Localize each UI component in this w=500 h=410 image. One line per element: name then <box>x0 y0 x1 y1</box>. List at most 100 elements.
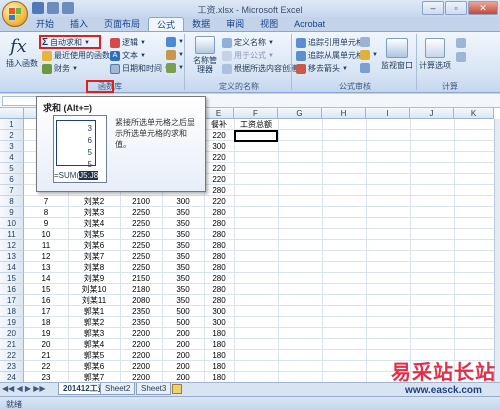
table-cell[interactable]: 2200 <box>120 328 162 339</box>
table-cell[interactable]: 刘某3 <box>68 207 120 218</box>
table-cell[interactable]: 刘某11 <box>68 295 120 306</box>
table-cell[interactable]: 280 <box>204 240 234 251</box>
table-cell[interactable]: 220 <box>204 130 234 141</box>
create-from-selection-button[interactable]: 根据所选内容创建 <box>222 63 298 74</box>
table-cell[interactable]: 300 <box>204 317 234 328</box>
table-cell[interactable]: 2250 <box>120 207 162 218</box>
tab-data[interactable]: 数据 <box>184 17 218 32</box>
table-cell[interactable]: 350 <box>162 251 204 262</box>
column-header-k[interactable]: K <box>454 108 494 119</box>
table-cell[interactable]: 19 <box>24 328 68 339</box>
table-cell[interactable]: 500 <box>162 306 204 317</box>
table-cell[interactable]: 280 <box>204 262 234 273</box>
calc-options-button[interactable]: 计算选项 <box>418 38 452 71</box>
table-cell[interactable]: 刘某8 <box>68 262 120 273</box>
table-cell[interactable]: 2350 <box>120 306 162 317</box>
table-cell[interactable]: 郭某2 <box>68 317 120 328</box>
calc-now-button[interactable] <box>456 38 466 48</box>
table-cell[interactable]: 180 <box>204 350 234 361</box>
calc-sheet-button[interactable] <box>456 52 466 62</box>
table-cell[interactable]: 220 <box>204 196 234 207</box>
row-header[interactable]: 7 <box>0 185 24 196</box>
table-cell[interactable]: 11 <box>24 240 68 251</box>
table-cell[interactable]: 2150 <box>120 273 162 284</box>
table-cell[interactable]: 2250 <box>120 262 162 273</box>
table-cell[interactable]: 300 <box>162 196 204 207</box>
table-cell[interactable]: 280 <box>204 251 234 262</box>
table-cell[interactable]: 350 <box>162 295 204 306</box>
row-header[interactable]: 1 <box>0 119 24 130</box>
use-in-formula-button[interactable]: 用于公式 ▼ <box>222 50 274 61</box>
more-functions-button[interactable]: ▼ <box>166 63 184 73</box>
row-header[interactable]: 3 <box>0 141 24 152</box>
table-cell[interactable]: 350 <box>162 229 204 240</box>
table-cell[interactable]: 16 <box>24 295 68 306</box>
table-cell[interactable]: 郭某1 <box>68 306 120 317</box>
table-cell[interactable]: 280 <box>204 207 234 218</box>
column-header-f[interactable]: F <box>234 108 278 119</box>
tab-formulas[interactable]: 公式 <box>148 17 185 32</box>
table-cell[interactable]: 刘某9 <box>68 273 120 284</box>
table-cell[interactable]: 郭某7 <box>68 372 120 382</box>
table-cell[interactable]: 350 <box>162 273 204 284</box>
sheet-tab-sheet3[interactable]: Sheet3 <box>136 383 172 395</box>
table-cell[interactable]: 2250 <box>120 251 162 262</box>
row-header[interactable]: 9 <box>0 207 24 218</box>
table-cell[interactable]: 郭某5 <box>68 350 120 361</box>
text-button[interactable]: A 文本 ▼ <box>110 50 146 61</box>
trace-dependents-button[interactable]: 追踪从属单元格 <box>296 50 364 61</box>
table-cell[interactable]: 180 <box>204 339 234 350</box>
table-cell[interactable]: 2200 <box>120 339 162 350</box>
table-cell[interactable]: 220 <box>204 163 234 174</box>
table-cell[interactable]: 2350 <box>120 317 162 328</box>
row-header[interactable]: 4 <box>0 152 24 163</box>
table-cell[interactable]: 180 <box>204 361 234 372</box>
table-cell[interactable]: 刘某7 <box>68 251 120 262</box>
table-cell[interactable]: 350 <box>162 284 204 295</box>
table-cell[interactable]: 2100 <box>120 196 162 207</box>
table-cell[interactable]: 280 <box>204 273 234 284</box>
tab-insert[interactable]: 插入 <box>62 17 96 32</box>
select-all-corner[interactable] <box>0 108 24 119</box>
table-cell[interactable]: 9 <box>24 218 68 229</box>
row-header[interactable]: 23 <box>0 361 24 372</box>
row-header[interactable]: 13 <box>0 251 24 262</box>
table-cell[interactable]: 刘某10 <box>68 284 120 295</box>
sheet-tab-sheet2[interactable]: Sheet2 <box>100 383 136 395</box>
remove-arrows-button[interactable]: 移去箭头 ▼ <box>296 63 348 74</box>
column-header-e[interactable]: E <box>204 108 234 119</box>
table-cell[interactable]: 350 <box>162 218 204 229</box>
maximize-button[interactable]: ▫ <box>445 1 467 15</box>
table-cell[interactable]: 180 <box>204 372 234 382</box>
tab-review[interactable]: 审阅 <box>218 17 252 32</box>
datetime-button[interactable]: 日期和时间▼ <box>110 63 170 74</box>
row-header[interactable]: 18 <box>0 306 24 317</box>
row-header[interactable]: 22 <box>0 350 24 361</box>
tab-acrobat[interactable]: Acrobat <box>286 17 333 32</box>
table-cell[interactable]: 22 <box>24 361 68 372</box>
define-name-button[interactable]: 定义名称 ▼ <box>222 37 274 48</box>
evaluate-formula-button[interactable] <box>360 63 370 73</box>
row-header[interactable]: 5 <box>0 163 24 174</box>
table-cell[interactable]: 200 <box>162 350 204 361</box>
row-header[interactable]: 15 <box>0 273 24 284</box>
table-cell[interactable]: 220 <box>204 174 234 185</box>
table-cell[interactable]: 郭某6 <box>68 361 120 372</box>
row-header[interactable]: 12 <box>0 240 24 251</box>
table-cell[interactable]: 13 <box>24 262 68 273</box>
logical-button[interactable]: 逻辑 ▼ <box>110 37 146 48</box>
table-cell[interactable]: 2200 <box>120 361 162 372</box>
row-header[interactable]: 24 <box>0 372 24 382</box>
table-cell[interactable]: 14 <box>24 273 68 284</box>
active-cell[interactable] <box>234 130 278 142</box>
show-formulas-button[interactable] <box>360 37 370 47</box>
tab-view[interactable]: 视图 <box>252 17 286 32</box>
table-cell[interactable]: 2180 <box>120 284 162 295</box>
tab-home[interactable]: 开始 <box>28 17 62 32</box>
row-header[interactable]: 17 <box>0 295 24 306</box>
table-cell[interactable]: 2200 <box>120 372 162 382</box>
table-cell[interactable]: 8 <box>24 207 68 218</box>
table-cell[interactable]: 2250 <box>120 218 162 229</box>
table-cell[interactable]: 280 <box>204 295 234 306</box>
header-meal-allowance[interactable]: 餐补 <box>204 119 234 130</box>
